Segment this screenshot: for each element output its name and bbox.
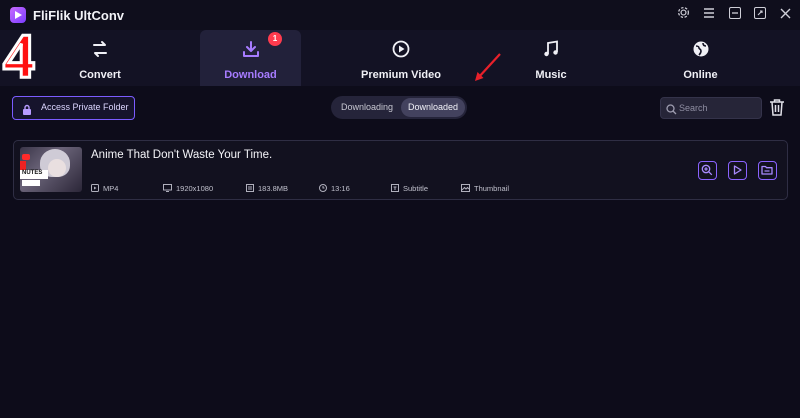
video-file-icon — [91, 184, 99, 194]
tab-label: Download — [224, 69, 277, 81]
search-icon — [666, 102, 677, 120]
menu-icon[interactable] — [700, 6, 718, 24]
format-meta: MP4 — [91, 184, 118, 194]
red-arrow-annotation — [475, 53, 501, 81]
duration-meta: 13:16 — [319, 184, 350, 194]
close-icon[interactable] — [776, 6, 794, 24]
tab-label: Music — [535, 69, 567, 81]
main-nav: Convert Download 1 Premium Video Music O… — [0, 30, 800, 86]
download-icon — [242, 40, 260, 63]
search-input[interactable] — [679, 98, 757, 118]
play-button[interactable] — [728, 161, 747, 180]
thumbnail-caption: NUTES — [22, 170, 43, 176]
subtitle-meta: Subtitle — [391, 184, 428, 194]
tab-music[interactable]: Music — [501, 30, 601, 86]
monitor-icon — [163, 184, 172, 194]
download-status-toggle: Downloading Downloaded — [331, 96, 467, 119]
resolution-meta: 1920x1080 — [163, 184, 213, 194]
subtitle-icon — [391, 184, 399, 194]
video-duration: 13:16 — [331, 184, 350, 193]
settings-icon[interactable] — [674, 6, 692, 24]
thumbnail-meta: Thumbnail — [461, 184, 509, 194]
lock-icon — [22, 102, 32, 120]
segment-downloaded[interactable]: Downloaded — [401, 98, 465, 117]
zoom-preview-button[interactable] — [698, 161, 717, 180]
play-circle-icon — [392, 40, 410, 63]
music-note-icon — [542, 40, 560, 63]
subtitle-label: Subtitle — [403, 184, 429, 193]
convert-arrows-icon — [91, 40, 109, 63]
title-bar: FliFlik UltConv — [0, 0, 800, 30]
private-folder-label: Access Private Folder — [41, 102, 129, 112]
maximize-icon[interactable] — [751, 6, 769, 24]
minimize-icon[interactable] — [726, 6, 744, 24]
video-thumbnail: NUTES — [20, 147, 82, 192]
download-count-badge: 1 — [268, 32, 282, 46]
video-title: Anime That Don't Waste Your Time. — [91, 149, 273, 161]
image-icon — [461, 184, 470, 194]
access-private-folder-button[interactable]: Access Private Folder — [12, 96, 135, 120]
globe-icon — [692, 40, 710, 63]
tab-download[interactable]: Download — [200, 30, 301, 86]
trash-icon[interactable] — [769, 98, 785, 121]
thumbnail-label: Thumbnail — [474, 184, 510, 193]
video-resolution: 1920x1080 — [176, 184, 214, 193]
open-folder-button[interactable] — [758, 161, 777, 180]
storage-icon — [246, 184, 254, 194]
tab-label: Online — [683, 69, 718, 81]
video-size: 183.8MB — [258, 184, 289, 193]
video-format: MP4 — [103, 184, 119, 193]
app-title: FliFlik UltConv — [33, 8, 124, 23]
clock-icon — [319, 184, 327, 194]
video-list-item[interactable]: NUTES Anime That Don't Waste Your Time. … — [13, 140, 788, 200]
segment-downloading[interactable]: Downloading — [334, 98, 400, 117]
tab-online[interactable]: Online — [601, 30, 800, 86]
size-meta: 183.8MB — [246, 184, 288, 194]
search-box — [660, 97, 762, 119]
step-number-annotation: 4 — [2, 20, 37, 91]
youtube-icon — [22, 154, 30, 160]
